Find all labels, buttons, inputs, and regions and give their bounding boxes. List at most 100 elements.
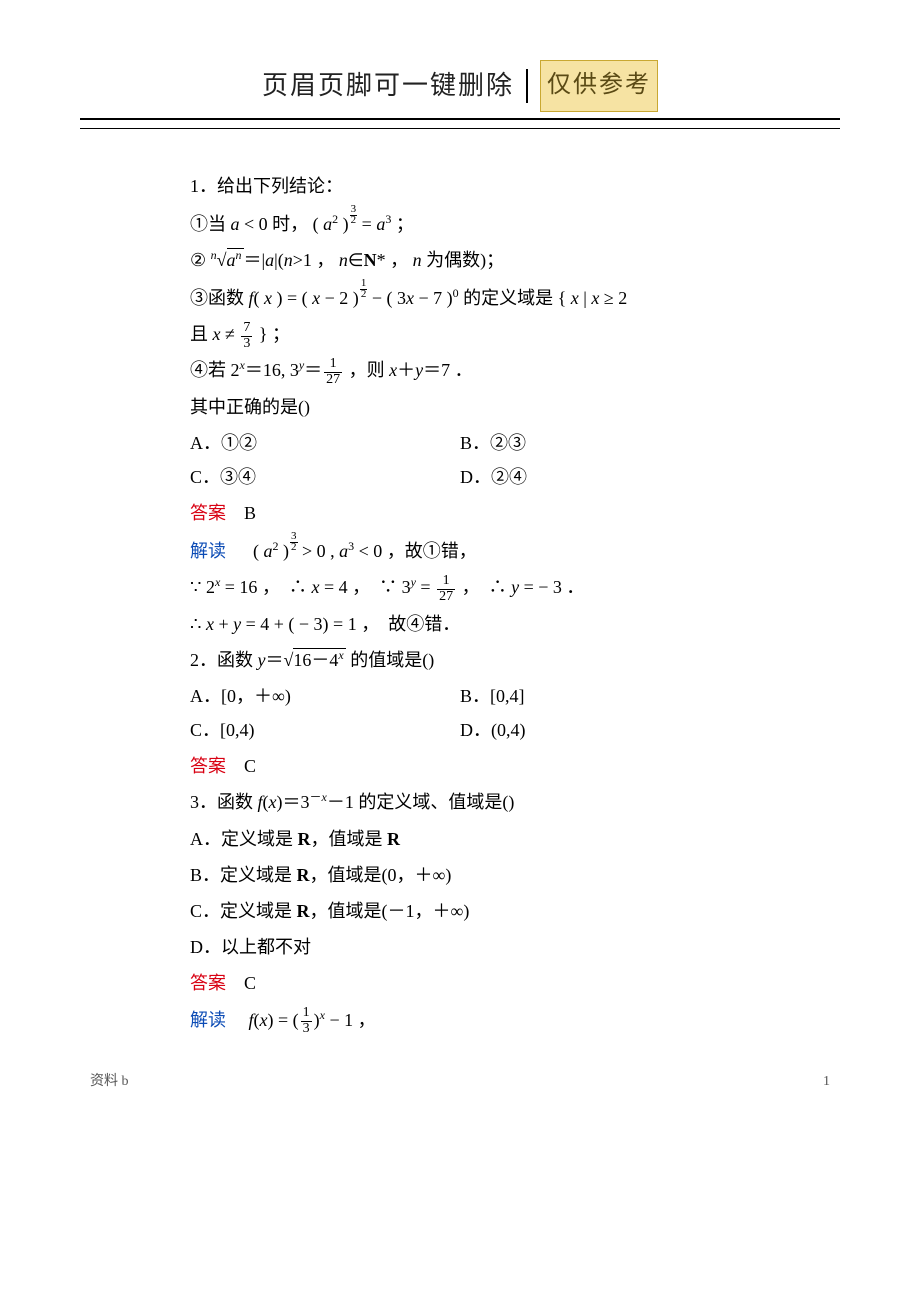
math: n bbox=[413, 250, 422, 270]
math-exp: 32 bbox=[350, 205, 358, 226]
q1-statement-3b: 且 x ≠ 73 } ； bbox=[190, 317, 730, 351]
text: ④若 bbox=[190, 360, 231, 380]
math-frac: 73 bbox=[239, 321, 254, 351]
answer-label: 答案 bbox=[190, 503, 226, 523]
math-frac: 127 bbox=[435, 574, 457, 604]
text: ，则 bbox=[349, 360, 390, 380]
math: = a3 bbox=[362, 214, 392, 234]
q1-options-row1: A．①② B．②③ bbox=[190, 426, 730, 460]
text: 的定义域、值域是() bbox=[358, 792, 514, 812]
q2-options-row2: C．[0,4) D．(0,4) bbox=[190, 713, 730, 747]
math: n√an＝|a|(n>1 bbox=[211, 250, 312, 270]
text: ， 故④错． bbox=[361, 614, 460, 634]
math: f( x ) = ( x − 2 ) bbox=[249, 288, 359, 308]
math: x ≠ bbox=[213, 324, 240, 344]
q2-option-a: A．[0，＋∞) bbox=[190, 679, 460, 713]
math-exp: 32 bbox=[290, 532, 298, 553]
q1-explanation-1: 解读 ( a2 )32 > 0 , a3 < 0 ，故①错， bbox=[190, 532, 730, 568]
text: ， ∴ bbox=[262, 577, 307, 597]
content-area: 1．给出下列结论： ①当 a < 0 时， ( a2 )32 = a3 ； ② … bbox=[80, 169, 840, 1037]
reference-badge: 仅供参考 bbox=[540, 60, 658, 112]
q1-option-d: D．②④ bbox=[460, 460, 730, 494]
text: ，值域是(0，＋∞) bbox=[310, 865, 452, 885]
q1-stem: 1．给出下列结论： bbox=[190, 169, 730, 203]
q1-options-row2: C．③④ D．②④ bbox=[190, 460, 730, 494]
answer-label: 答案 bbox=[190, 973, 226, 993]
math: R bbox=[387, 829, 400, 849]
text bbox=[231, 541, 249, 561]
math: 3y = bbox=[402, 577, 435, 597]
text: 为偶数)； bbox=[426, 250, 504, 270]
text: ． bbox=[455, 360, 473, 380]
q3-option-d: D．以上都不对 bbox=[190, 930, 730, 964]
q1-statement-1: ①当 a < 0 时， ( a2 )32 = a3 ； bbox=[190, 205, 730, 241]
math: f(x)＝3－x－1 bbox=[258, 792, 354, 812]
footer-page-number: 1 bbox=[823, 1069, 830, 1096]
q3-answer: 答案 C bbox=[190, 966, 730, 1000]
answer-value: C bbox=[226, 973, 256, 993]
math: } bbox=[254, 324, 267, 344]
text: ， bbox=[316, 250, 334, 270]
text: ； bbox=[396, 214, 414, 234]
math-frac: 13 bbox=[299, 1006, 314, 1036]
q2-option-c: C．[0,4) bbox=[190, 713, 460, 747]
math: y＝√16－4x bbox=[258, 650, 346, 670]
header-text: 页眉页脚可一键删除 bbox=[262, 61, 514, 110]
math-frac: 127 bbox=[322, 357, 344, 387]
answer-value: C bbox=[226, 756, 256, 776]
text: A．定义域是 bbox=[190, 829, 298, 849]
q2-answer: 答案 C bbox=[190, 749, 730, 783]
text: ，故①错， bbox=[387, 541, 477, 561]
answer-label: 答案 bbox=[190, 756, 226, 776]
q1-explanation-3: ∴ x + y = 4 + ( − 3) = 1 ， 故④错． bbox=[190, 607, 730, 641]
math: 2x＝16, 3y＝ bbox=[231, 360, 323, 380]
q3-option-c: C．定义域是 R，值域是(－1，＋∞) bbox=[190, 894, 730, 928]
q3-explanation: 解读 f(x) = (13)x − 1 ， bbox=[190, 1003, 730, 1037]
q1-statement-4: ④若 2x＝16, 3y＝127 ，则 x＋y＝7 ． bbox=[190, 353, 730, 387]
math: a bbox=[231, 214, 240, 234]
text: ，值域是(－1，＋∞) bbox=[310, 901, 470, 921]
explanation-label: 解读 bbox=[190, 541, 226, 561]
math: x = 4 bbox=[311, 577, 347, 597]
math: R bbox=[298, 829, 311, 849]
text: ； bbox=[272, 324, 290, 344]
header-rule-thin bbox=[80, 128, 840, 129]
q2-option-b: B．[0,4] bbox=[460, 679, 730, 713]
math: ( a2 ) bbox=[253, 541, 289, 561]
math: f(x) = ( bbox=[231, 1010, 299, 1030]
text: ， ∵ bbox=[352, 577, 397, 597]
text: 时， bbox=[272, 214, 308, 234]
text: ． bbox=[566, 577, 584, 597]
q3-option-a: A．定义域是 R，值域是 R bbox=[190, 822, 730, 856]
text: 2．函数 bbox=[190, 650, 258, 670]
text: ①当 bbox=[190, 214, 231, 234]
math: x＋y＝7 bbox=[389, 360, 450, 380]
math: n∈N* bbox=[339, 250, 386, 270]
math: 2x = 16 bbox=[206, 577, 257, 597]
math: > 0 , a3 < 0 bbox=[302, 541, 387, 561]
q3-option-b: B．定义域是 R，值域是(0，＋∞) bbox=[190, 858, 730, 892]
q1-option-a: A．①② bbox=[190, 426, 460, 460]
q3-stem: 3．函数 f(x)＝3－x－1 的定义域、值域是() bbox=[190, 785, 730, 819]
math: ( a2 ) bbox=[313, 214, 349, 234]
q1-statement-3: ③函数 f( x ) = ( x − 2 )12 − ( 3x − 7 )0 的… bbox=[190, 279, 730, 315]
q2-option-d: D．(0,4) bbox=[460, 713, 730, 747]
math: { x | x ≥ 2 bbox=[558, 288, 628, 308]
page-footer: 资料 b 1 bbox=[80, 1039, 840, 1096]
text: ， bbox=[390, 250, 408, 270]
q1-option-c: C．③④ bbox=[190, 460, 460, 494]
q1-answer: 答案 B bbox=[190, 496, 730, 530]
math: − ( 3x − 7 )0 bbox=[372, 288, 459, 308]
math: y = − 3 bbox=[511, 577, 562, 597]
math: < 0 bbox=[240, 214, 268, 234]
q2-options-row1: A．[0，＋∞) B．[0,4] bbox=[190, 679, 730, 713]
text: B．定义域是 bbox=[190, 865, 297, 885]
math: R bbox=[297, 865, 310, 885]
header-rule-thick bbox=[80, 118, 840, 120]
footer-left: 资料 b bbox=[90, 1069, 129, 1096]
q1-statement-2: ② n√an＝|a|(n>1 ， n∈N* ， n 为偶数)； bbox=[190, 243, 730, 277]
math: x + y = 4 + ( − 3) = 1 bbox=[206, 614, 357, 634]
text: 的定义域是 bbox=[463, 288, 553, 308]
header-divider bbox=[526, 69, 528, 103]
text: ， ∴ bbox=[462, 577, 507, 597]
